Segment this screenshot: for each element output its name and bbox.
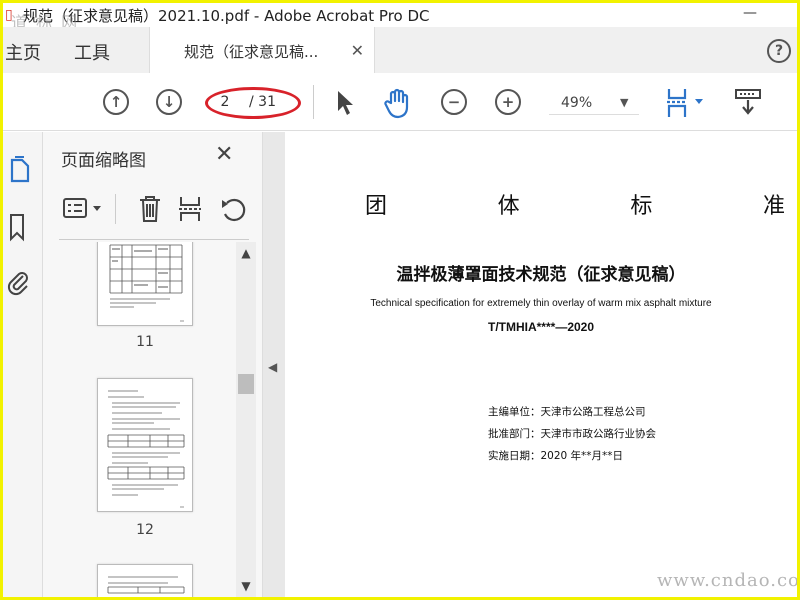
panel-toolbar-divider xyxy=(115,194,116,224)
toolbar-divider xyxy=(313,85,314,119)
minimize-button[interactable]: — xyxy=(743,5,757,21)
hand-tool-icon[interactable] xyxy=(383,87,413,119)
thumbnail-preview xyxy=(107,576,185,594)
thumbnail-page[interactable] xyxy=(97,242,193,326)
select-cursor-icon[interactable] xyxy=(335,89,355,117)
previous-page-button[interactable]: ↑ xyxy=(103,89,129,115)
zoom-out-button[interactable]: − xyxy=(441,89,467,115)
zoom-dropdown-caret-icon[interactable]: ▼ xyxy=(620,91,628,115)
next-page-button[interactable]: ↓ xyxy=(156,89,182,115)
panel-toolbar xyxy=(59,190,249,230)
panel-title: 页面缩略图 xyxy=(61,151,146,171)
title-bar: ▯ 规范（征求意见稿）2021.10.pdf - Adobe Acrobat P… xyxy=(3,3,797,27)
thumbnail-page-label: 11 xyxy=(136,334,154,350)
attachment-icon[interactable] xyxy=(7,268,31,298)
tab-document-label: 规范（征求意见稿... xyxy=(184,43,319,61)
doc-heading-char: 团 xyxy=(365,194,388,219)
doc-heading-char: 标 xyxy=(630,194,653,219)
acrobat-window: ▯ 规范（征求意见稿）2021.10.pdf - Adobe Acrobat P… xyxy=(3,3,797,597)
tab-bar: 主页 工具 规范（征求意见稿... ✕ ? xyxy=(3,27,797,73)
collapse-panel-icon[interactable]: ◀ xyxy=(268,360,277,374)
help-icon[interactable]: ? xyxy=(767,39,791,63)
doc-info-line: 实施日期：2020 年**月**日 xyxy=(488,450,624,462)
tab-home[interactable]: 主页 xyxy=(5,39,41,65)
watermark-bottom: www.cndao.com xyxy=(657,570,797,591)
thumbnail-page-label: 12 xyxy=(136,522,154,538)
toolbar: ↑ ↓ 2 / 31 − + 49% ▼ xyxy=(3,73,797,131)
annotation-circle xyxy=(205,87,301,119)
thumbnail-preview xyxy=(109,244,184,322)
insert-page-icon[interactable] xyxy=(177,194,205,224)
doc-info-line: 主编单位：天津市公路工程总公司 xyxy=(488,406,646,418)
navigation-rail xyxy=(3,132,43,597)
tab-close-icon[interactable]: ✕ xyxy=(351,41,364,60)
doc-heading: 团 体 标 准 xyxy=(365,188,785,220)
thumbnail-preview xyxy=(107,390,185,508)
doc-title: 温拌极薄罩面技术规范（征求意见稿） xyxy=(396,265,686,285)
doc-code: T/TMHIA****—2020 xyxy=(487,320,595,334)
zoom-in-button[interactable]: + xyxy=(495,89,521,115)
fit-page-icon[interactable] xyxy=(663,87,707,119)
tab-document[interactable]: 规范（征求意见稿... ✕ xyxy=(149,27,375,73)
page-thumbnails-icon[interactable] xyxy=(7,154,33,184)
doc-heading-char: 体 xyxy=(497,194,520,219)
thumbnail-panel: 页面缩略图 ✕ 11 12 ▲ ▼ xyxy=(43,132,263,597)
bookmark-icon[interactable] xyxy=(7,212,29,242)
thumbnail-page[interactable] xyxy=(97,564,193,597)
scroll-thumb[interactable] xyxy=(238,374,254,394)
doc-subtitle: Technical specification for extremely th… xyxy=(370,298,712,309)
thumbnail-page[interactable] xyxy=(97,378,193,512)
window-title: 规范（征求意见稿）2021.10.pdf - Adobe Acrobat Pro… xyxy=(23,6,430,25)
thumbnail-options-icon[interactable] xyxy=(61,196,107,222)
panel-close-icon[interactable]: ✕ xyxy=(215,142,233,167)
tab-tools[interactable]: 工具 xyxy=(74,39,110,65)
doc-heading-char: 准 xyxy=(762,194,785,219)
scroll-down-icon[interactable]: ▼ xyxy=(236,579,256,593)
scroll-mode-icon[interactable] xyxy=(733,87,763,119)
panel-divider xyxy=(59,239,249,240)
scroll-up-icon[interactable]: ▲ xyxy=(236,246,256,260)
thumbnail-list: 11 12 xyxy=(43,242,239,597)
doc-info-line: 批准部门：天津市市政公路行业协会 xyxy=(488,428,656,440)
thumbnail-scrollbar[interactable]: ▲ ▼ xyxy=(236,242,256,597)
panel-collapse-strip[interactable]: ◀ xyxy=(263,132,285,597)
delete-page-icon[interactable] xyxy=(137,194,163,224)
rotate-page-icon[interactable] xyxy=(219,194,247,224)
document-view[interactable]: 团 体 标 准 温拌极薄罩面技术规范（征求意见稿） Technical spec… xyxy=(285,132,797,597)
